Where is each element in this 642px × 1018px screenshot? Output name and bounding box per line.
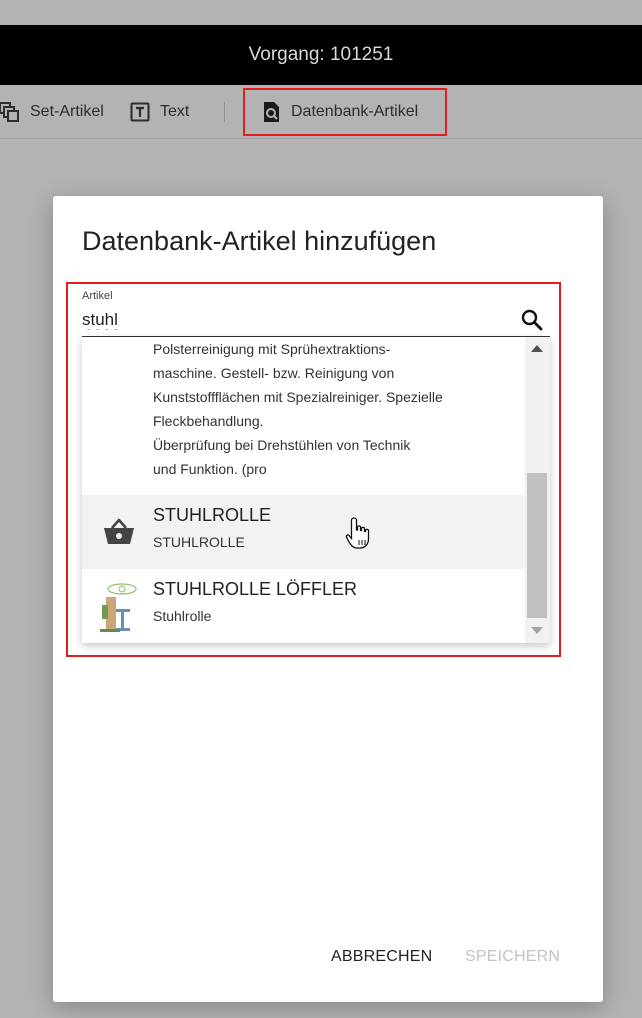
set-article-label: Set-Artikel [30, 103, 104, 120]
description-line: Kunststoffflächen mit Spezialreiniger. S… [153, 389, 443, 405]
results-dropdown: Polsterreinigung mit Sprühextraktions- m… [82, 337, 550, 643]
description-line: maschine. Gestell- bzw. Reinigung von [153, 365, 395, 381]
result-item-title: STUHLROLLE LÖFFLER [153, 579, 358, 599]
database-search-icon [264, 102, 279, 122]
result-item-title: STUHLROLLE [153, 505, 272, 525]
copy-stack-icon [0, 102, 19, 122]
set-article-button[interactable]: Set-Artikel [0, 85, 104, 139]
toolbar-divider [224, 102, 225, 122]
result-item-stuhlrolle[interactable]: STUHLROLLE STUHLROLLE [82, 495, 525, 569]
hand-cursor-icon [345, 517, 370, 549]
article-search-input[interactable] [82, 305, 522, 335]
scroll-up-arrow-icon[interactable] [531, 345, 543, 352]
search-icon [521, 309, 543, 331]
database-article-label: Datenbank-Artikel [291, 103, 419, 120]
article-field-label: Artikel [82, 290, 113, 302]
result-item-subtitle: Stuhlrolle [153, 608, 212, 624]
text-box-icon [130, 102, 150, 122]
product-thumbnail [100, 583, 137, 632]
results-scrollbar-thumb[interactable] [527, 473, 547, 618]
search-button[interactable] [518, 306, 546, 334]
database-article-button[interactable]: Datenbank-Artikel [243, 88, 447, 136]
text-label: Text [160, 103, 190, 120]
cancel-button[interactable]: ABBRECHEN [331, 948, 432, 966]
description-line: und Funktion. (pro [153, 461, 267, 477]
add-database-article-dialog: Datenbank-Artikel hinzufügen Artikel Pol… [53, 196, 603, 1002]
result-item-subtitle: STUHLROLLE [153, 534, 245, 550]
top-gap [0, 0, 642, 25]
save-button[interactable]: SPEICHERN [465, 948, 560, 966]
toolbar: Set-Artikel Text Datenbank-Artikel [0, 85, 642, 139]
dialog-title: Datenbank-Artikel hinzufügen [82, 226, 437, 256]
shopping-basket-icon [104, 518, 134, 544]
description-line: Polsterreinigung mit Sprühextraktions- [153, 341, 391, 357]
description-line: Fleckbehandlung. [153, 413, 264, 429]
result-item-stuhlrolle-loeffler[interactable]: STUHLROLLE LÖFFLER Stuhlrolle [82, 569, 525, 643]
description-line: Überprüfung bei Drehstühlen von Technik [153, 437, 411, 453]
text-button[interactable]: Text [130, 85, 189, 139]
result-description[interactable]: Polsterreinigung mit Sprühextraktions- m… [153, 337, 533, 481]
window-title: Vorgang: 101251 [0, 25, 642, 85]
scroll-down-arrow-icon[interactable] [531, 627, 543, 634]
